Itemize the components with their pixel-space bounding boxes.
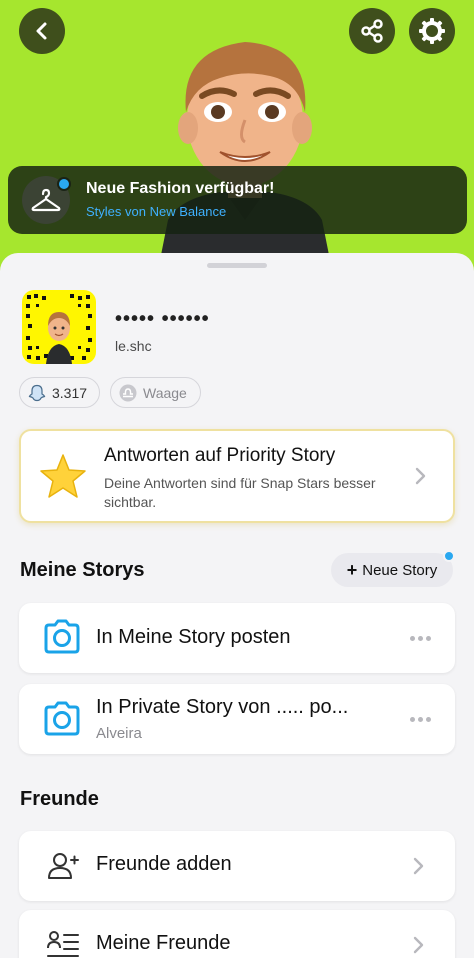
username: le.shc — [115, 338, 152, 354]
star-icon — [40, 454, 86, 498]
story-item-label: In Private Story von ..... po... — [96, 696, 349, 718]
share-icon — [361, 19, 383, 43]
zodiac-pill[interactable]: Waage — [110, 377, 201, 408]
plus-icon: + — [346, 559, 358, 580]
fashion-banner-subtitle[interactable]: Styles von New Balance — [86, 204, 226, 219]
notification-dot — [443, 550, 455, 562]
chevron-right-icon — [415, 467, 426, 485]
snap-score-pill[interactable]: 3.317 — [19, 377, 100, 408]
snapcode[interactable] — [22, 290, 96, 364]
new-story-button[interactable]: + Neue Story — [331, 550, 455, 587]
friends-item-my-friends[interactable]: Meine Freunde — [19, 910, 455, 958]
more-icon[interactable] — [410, 717, 431, 722]
profile-header: Neue Fashion verfügbar! Styles von New B… — [0, 0, 474, 275]
friends-item-label: Meine Freunde — [96, 932, 231, 954]
friends-item-add[interactable]: Freunde adden — [19, 831, 455, 901]
settings-button[interactable] — [409, 8, 455, 54]
chevron-right-icon — [413, 857, 424, 875]
priority-story-description: Deine Antworten sind für Snap Stars bess… — [104, 475, 376, 510]
chevron-left-icon — [36, 22, 47, 40]
story-item-label: In Meine Story posten — [96, 626, 291, 648]
snap-score-value: 3.317 — [52, 384, 88, 401]
stories-section-title: Meine Storys — [20, 559, 145, 581]
friends-list-icon — [47, 931, 79, 957]
profile-sheet: ••••• •••••• le.shc 3.317 Waage Antworte… — [0, 253, 474, 958]
chevron-right-icon — [413, 936, 424, 954]
ghost-icon — [28, 384, 46, 401]
friends-section-title: Freunde — [20, 788, 99, 810]
display-name: ••••• •••••• — [115, 308, 210, 330]
back-button[interactable] — [19, 8, 65, 54]
new-story-label: Neue Story — [362, 561, 438, 579]
gear-icon — [419, 18, 445, 44]
more-icon[interactable] — [410, 636, 431, 641]
story-item-private-story[interactable]: In Private Story von ..... po... Alveira — [19, 684, 455, 754]
camera-icon — [44, 619, 80, 654]
friends-item-label: Freunde adden — [96, 853, 232, 875]
story-item-my-story[interactable]: In Meine Story posten — [19, 603, 455, 673]
fashion-banner-title: Neue Fashion verfügbar! — [86, 180, 275, 197]
priority-story-title: Antworten auf Priority Story — [104, 445, 336, 466]
zodiac-label: Waage — [143, 384, 187, 401]
priority-story-card[interactable]: Antworten auf Priority Story Deine Antwo… — [19, 429, 455, 523]
fashion-banner[interactable]: Neue Fashion verfügbar! Styles von New B… — [8, 166, 467, 234]
story-item-sublabel: Alveira — [96, 725, 142, 742]
share-button[interactable] — [349, 8, 395, 54]
camera-icon — [44, 701, 80, 736]
add-friend-icon — [48, 853, 79, 879]
notification-dot — [57, 177, 71, 191]
libra-icon — [119, 384, 137, 401]
sheet-grabber[interactable] — [207, 263, 267, 268]
